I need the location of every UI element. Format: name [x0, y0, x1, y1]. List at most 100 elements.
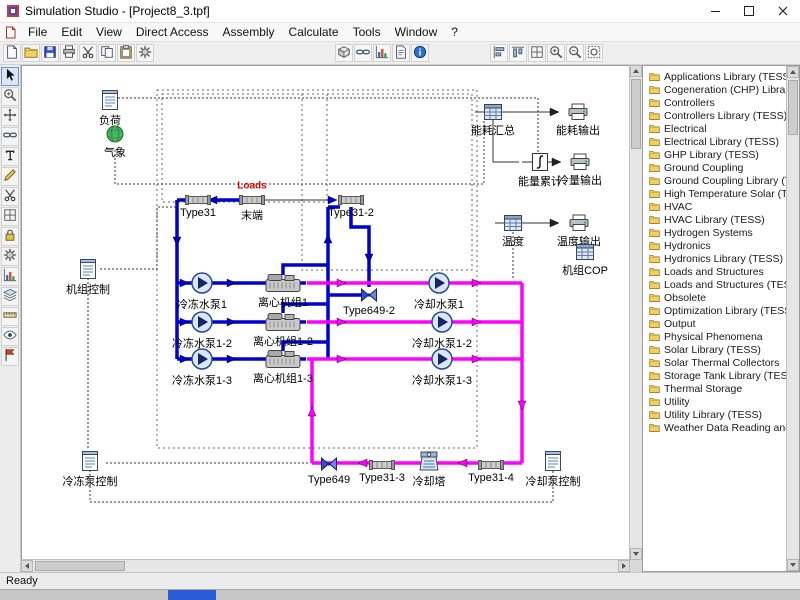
close-button[interactable] — [766, 0, 800, 22]
menu-assembly[interactable]: Assembly — [216, 24, 282, 40]
library-item[interactable]: Cogeneration (CHP) Library (TESS) — [648, 83, 786, 96]
toolbar-zoom-out-button[interactable] — [566, 44, 584, 62]
folder-icon — [648, 305, 661, 316]
tool-text-button[interactable] — [1, 147, 19, 166]
library-item[interactable]: Solar Library (TESS) — [648, 343, 786, 356]
menu-calculate[interactable]: Calculate — [282, 24, 346, 40]
tool-measure-button[interactable] — [1, 307, 19, 326]
library-item[interactable]: GHP Library (TESS) — [648, 148, 786, 161]
menu-edit[interactable]: Edit — [54, 24, 89, 40]
library-item[interactable]: HVAC Library (TESS) — [648, 213, 786, 226]
toolbar-info-button[interactable] — [411, 44, 429, 62]
tool-zoom-button[interactable] — [1, 87, 19, 106]
minimize-button[interactable] — [698, 0, 732, 22]
tool-pencil-button[interactable] — [1, 167, 19, 186]
library-item[interactable]: Physical Phenomena — [648, 330, 786, 343]
library-item-label: Utility — [664, 396, 690, 408]
library-item[interactable]: Thermal Storage — [648, 382, 786, 395]
toolbar-plot-button[interactable] — [373, 44, 391, 62]
canvas-horizontal-scrollbar[interactable] — [21, 559, 630, 572]
canvas-vertical-scrollbar[interactable] — [629, 65, 642, 560]
menu-tools[interactable]: Tools — [346, 24, 388, 40]
toolbar-align-left-button[interactable] — [490, 44, 508, 62]
tool-lock-button[interactable] — [1, 227, 19, 246]
chilled-water-pipe[interactable] — [351, 207, 369, 287]
library-item[interactable]: Hydrogen Systems — [648, 226, 786, 239]
library-item[interactable]: Obsolete — [648, 291, 786, 304]
toolbar-zoom-fit-button[interactable] — [585, 44, 603, 62]
toolbar-new-project-button[interactable] — [3, 44, 21, 62]
diagram-canvas[interactable]: 负荷气象Type31末端Type31-2能耗汇总能耗输出能量累计冷量输出温度温度… — [21, 65, 630, 560]
control-link[interactable] — [115, 121, 484, 184]
scroll-up-button[interactable] — [630, 65, 642, 77]
menu-view[interactable]: View — [89, 24, 129, 40]
library-item[interactable]: Loads and Structures — [648, 265, 786, 278]
ruler-icon — [3, 308, 17, 325]
library-item[interactable]: Applications Library (TESS) — [648, 70, 786, 83]
library-item[interactable]: Ground Coupling Library (TESS) — [648, 174, 786, 187]
library-item[interactable]: Hydronics — [648, 239, 786, 252]
scroll-down-button[interactable] — [630, 548, 642, 560]
toolbar-print-button[interactable] — [60, 44, 78, 62]
tree-scroll-down-button[interactable] — [787, 559, 799, 571]
folder-icon — [648, 240, 661, 251]
tree-scroll-up-button[interactable] — [787, 66, 799, 78]
library-item[interactable]: Output — [648, 317, 786, 330]
library-item[interactable]: Utility — [648, 395, 786, 408]
tool-plot-button[interactable] — [1, 267, 19, 286]
horizontal-scroll-thumb[interactable] — [35, 561, 125, 571]
library-item[interactable]: Hydronics Library (TESS) — [648, 252, 786, 265]
library-item[interactable]: Loads and Structures (TESS) — [648, 278, 786, 291]
toolbar-link-mode-button[interactable] — [354, 44, 372, 62]
minimize-icon — [711, 11, 720, 12]
menu-window[interactable]: Window — [388, 24, 445, 40]
control-link[interactable] — [100, 207, 176, 269]
library-item[interactable]: Electrical — [648, 122, 786, 135]
taskbar-active-app-button[interactable] — [168, 590, 216, 600]
toolbar-settings-button[interactable] — [136, 44, 154, 62]
library-item[interactable]: High Temperature Solar (TESS) — [648, 187, 786, 200]
tool-grid-button[interactable] — [1, 207, 19, 226]
toolbar-open-project-button[interactable] — [22, 44, 40, 62]
toolbar-copy-button[interactable] — [98, 44, 116, 62]
tree-scroll-thumb[interactable] — [788, 80, 798, 135]
tool-flag-button[interactable] — [1, 347, 19, 366]
maximize-button[interactable] — [732, 0, 766, 22]
toolbar-paste-button[interactable] — [117, 44, 135, 62]
temperature-icon — [504, 215, 522, 231]
library-item[interactable]: Solar Thermal Collectors — [648, 356, 786, 369]
tool-layers-button[interactable] — [1, 287, 19, 306]
scroll-right-button[interactable] — [618, 560, 630, 572]
library-item-label: Controllers — [664, 97, 715, 109]
toolbar-report-button[interactable] — [392, 44, 410, 62]
toolbar-align-top-button[interactable] — [509, 44, 527, 62]
library-item[interactable]: Controllers — [648, 96, 786, 109]
toolbar-direct-access-button[interactable] — [335, 44, 353, 62]
library-item[interactable]: Electrical Library (TESS) — [648, 135, 786, 148]
toolbar-zoom-in-button[interactable] — [547, 44, 565, 62]
tree-scrollbar[interactable] — [786, 66, 799, 571]
tool-select-button[interactable] — [1, 67, 19, 86]
toolbar-cut-button[interactable] — [79, 44, 97, 62]
library-item[interactable]: Controllers Library (TESS) — [648, 109, 786, 122]
library-item[interactable]: Utility Library (TESS) — [648, 408, 786, 421]
tool-settings-button[interactable] — [1, 247, 19, 266]
library-item[interactable]: Ground Coupling — [648, 161, 786, 174]
menu-file[interactable]: File — [21, 24, 54, 40]
scroll-left-button[interactable] — [21, 560, 33, 572]
grid-icon — [3, 208, 17, 225]
tool-view-button[interactable] — [1, 327, 19, 346]
vertical-scroll-thumb[interactable] — [631, 79, 641, 149]
library-item[interactable]: Optimization Library (TESS) — [648, 304, 786, 317]
tool-link-button[interactable] — [1, 127, 19, 146]
library-item[interactable]: HVAC — [648, 200, 786, 213]
library-item[interactable]: Weather Data Reading and Process — [648, 421, 786, 434]
toolbar-save-project-button[interactable] — [41, 44, 59, 62]
toolbar-grid-button[interactable] — [528, 44, 546, 62]
library-item[interactable]: Storage Tank Library (TESS) — [648, 369, 786, 382]
tool-pan-button[interactable] — [1, 107, 19, 126]
menu-help[interactable]: ? — [444, 24, 465, 40]
menu-direct-access[interactable]: Direct Access — [129, 24, 216, 40]
tool-cut-button[interactable] — [1, 187, 19, 206]
cooling-pump-1-label: 冷却水泵1 — [414, 296, 464, 312]
